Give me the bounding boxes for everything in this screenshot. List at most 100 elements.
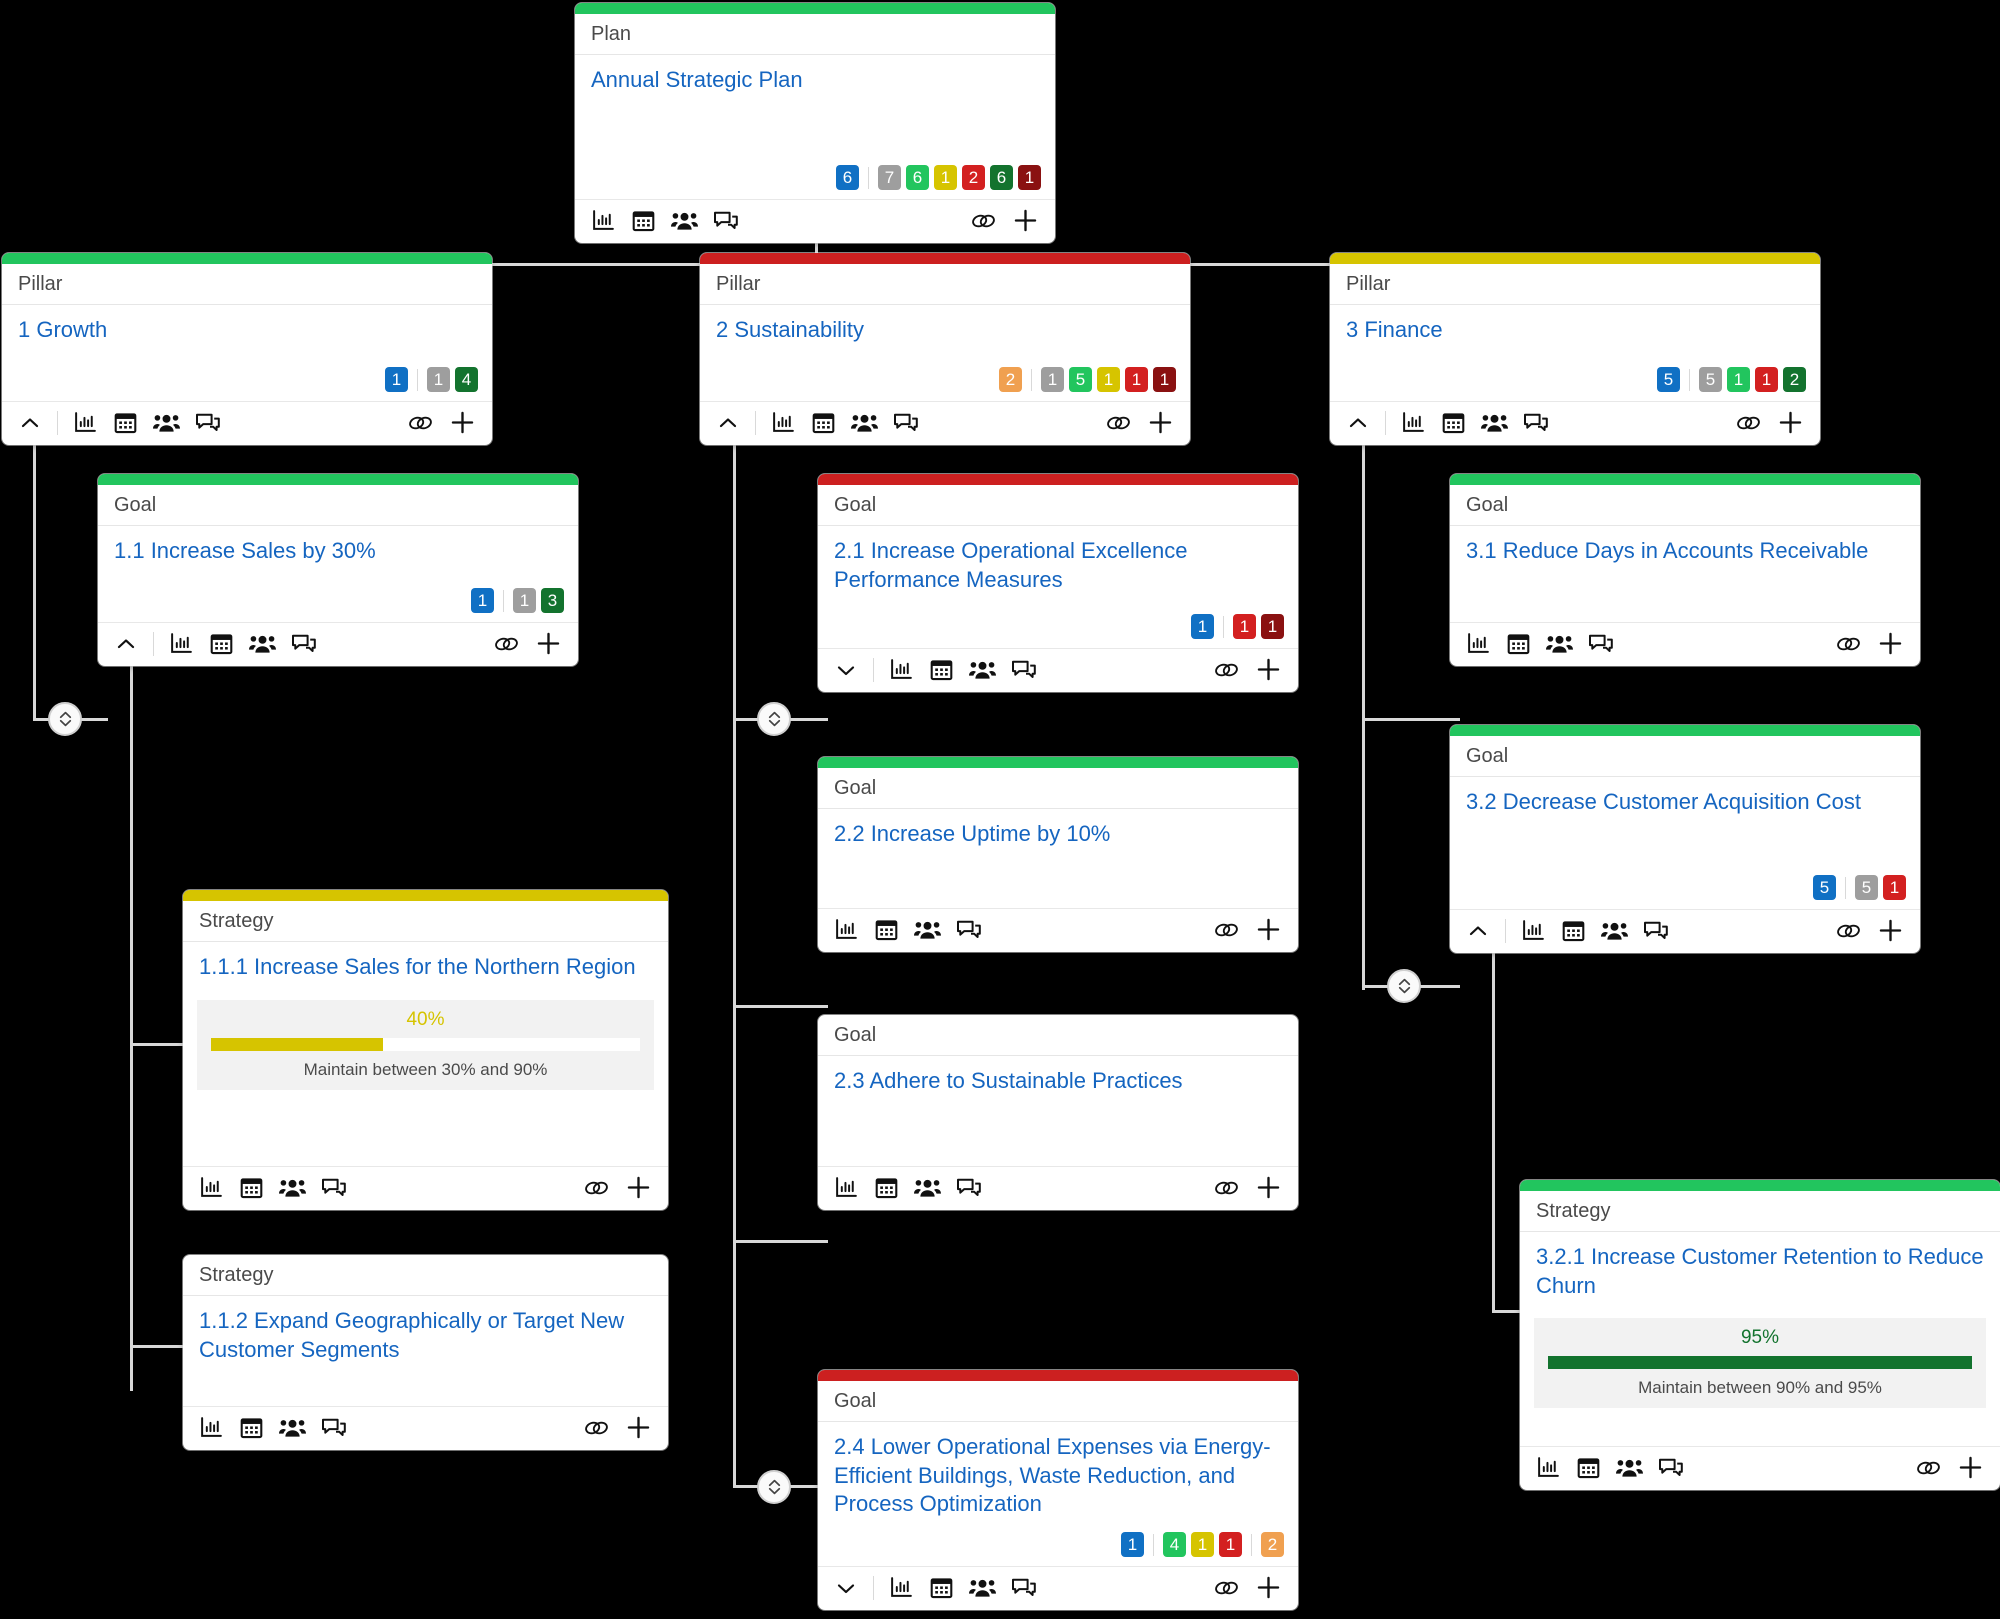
calendar-icon[interactable] xyxy=(929,657,954,682)
comment-icon[interactable] xyxy=(1588,631,1614,656)
chevron-down-icon[interactable] xyxy=(834,1576,858,1600)
comment-icon[interactable] xyxy=(893,410,919,435)
badge-count[interactable]: 5 xyxy=(1657,367,1680,392)
chart-icon[interactable] xyxy=(889,657,914,682)
link-icon[interactable] xyxy=(1835,632,1862,656)
chart-icon[interactable] xyxy=(834,1175,859,1200)
card-title-link[interactable]: 2.3 Adhere to Sustainable Practices xyxy=(818,1056,1298,1104)
expand-collapse-icon[interactable] xyxy=(757,702,791,736)
plus-icon[interactable] xyxy=(1877,917,1904,944)
people-icon[interactable] xyxy=(1546,631,1573,656)
chevron-down-icon[interactable] xyxy=(834,658,858,682)
calendar-icon[interactable] xyxy=(1506,631,1531,656)
card-title-link[interactable]: 2.4 Lower Operational Expenses via Energ… xyxy=(818,1422,1298,1527)
comment-icon[interactable] xyxy=(956,917,982,942)
badge-count[interactable]: 5 xyxy=(1855,875,1878,900)
link-icon[interactable] xyxy=(1835,919,1862,943)
chart-icon[interactable] xyxy=(1466,631,1491,656)
card-title-link[interactable]: 2 Sustainability xyxy=(700,305,1190,353)
badge-count[interactable]: 1 xyxy=(1153,367,1176,392)
link-icon[interactable] xyxy=(1105,411,1132,435)
chevron-up-icon[interactable] xyxy=(114,632,138,656)
comment-icon[interactable] xyxy=(1658,1455,1684,1480)
plus-icon[interactable] xyxy=(1877,630,1904,657)
chart-icon[interactable] xyxy=(1521,918,1546,943)
badge-count[interactable]: 2 xyxy=(962,165,985,190)
link-icon[interactable] xyxy=(1213,918,1240,942)
plus-icon[interactable] xyxy=(1255,1574,1282,1601)
comment-icon[interactable] xyxy=(713,208,739,233)
calendar-icon[interactable] xyxy=(1441,410,1466,435)
chart-icon[interactable] xyxy=(169,631,194,656)
calendar-icon[interactable] xyxy=(113,410,138,435)
chart-icon[interactable] xyxy=(1536,1455,1561,1480)
card-title-link[interactable]: 1.1 Increase Sales by 30% xyxy=(98,526,578,574)
card-title-link[interactable]: 2.1 Increase Operational Excellence Perf… xyxy=(818,526,1298,602)
calendar-icon[interactable] xyxy=(631,208,656,233)
calendar-icon[interactable] xyxy=(239,1415,264,1440)
card-goal11[interactable]: Goal 1.1 Increase Sales by 30% 1 1 3 xyxy=(98,474,578,666)
comment-icon[interactable] xyxy=(321,1415,347,1440)
chevron-up-icon[interactable] xyxy=(18,411,42,435)
comment-icon[interactable] xyxy=(956,1175,982,1200)
badge-count[interactable]: 1 xyxy=(427,367,450,392)
card-title-link[interactable]: 3 Finance xyxy=(1330,305,1820,353)
people-icon[interactable] xyxy=(153,410,180,435)
link-icon[interactable] xyxy=(583,1176,610,1200)
link-icon[interactable] xyxy=(1915,1456,1942,1480)
chart-icon[interactable] xyxy=(199,1175,224,1200)
card-strategy112[interactable]: Strategy 1.1.2 Expand Geographically or T… xyxy=(183,1255,668,1450)
people-icon[interactable] xyxy=(914,1175,941,1200)
people-icon[interactable] xyxy=(969,1575,996,1600)
card-title-link[interactable]: 1.1.1 Increase Sales for the Northern Re… xyxy=(183,942,668,990)
calendar-icon[interactable] xyxy=(209,631,234,656)
link-icon[interactable] xyxy=(1213,658,1240,682)
people-icon[interactable] xyxy=(671,208,698,233)
plus-icon[interactable] xyxy=(1255,1174,1282,1201)
badge-count[interactable]: 5 xyxy=(1813,875,1836,900)
plus-icon[interactable] xyxy=(1957,1454,1984,1481)
people-icon[interactable] xyxy=(851,410,878,435)
calendar-icon[interactable] xyxy=(874,1175,899,1200)
card-title-link[interactable]: 1.1.2 Expand Geographically or Target Ne… xyxy=(183,1296,668,1372)
people-icon[interactable] xyxy=(1616,1455,1643,1480)
chart-icon[interactable] xyxy=(834,917,859,942)
card-goal31[interactable]: Goal 3.1 Reduce Days in Accounts Receivab… xyxy=(1450,474,1920,666)
badge-count[interactable]: 1 xyxy=(1121,1532,1144,1557)
card-strategy111[interactable]: Strategy 1.1.1 Increase Sales for the Nor… xyxy=(183,890,668,1210)
comment-icon[interactable] xyxy=(321,1175,347,1200)
card-strategy321[interactable]: Strategy 3.2.1 Increase Customer Retentio… xyxy=(1520,1180,2000,1490)
link-icon[interactable] xyxy=(407,411,434,435)
comment-icon[interactable] xyxy=(1011,657,1037,682)
badge-count[interactable]: 3 xyxy=(541,588,564,613)
chevron-up-icon[interactable] xyxy=(716,411,740,435)
plus-icon[interactable] xyxy=(625,1174,652,1201)
chevron-up-icon[interactable] xyxy=(1346,411,1370,435)
plus-icon[interactable] xyxy=(535,630,562,657)
calendar-icon[interactable] xyxy=(811,410,836,435)
card-title-link[interactable]: 3.2.1 Increase Customer Retention to Red… xyxy=(1520,1232,2000,1308)
badge-count[interactable]: 2 xyxy=(999,367,1022,392)
chart-icon[interactable] xyxy=(591,208,616,233)
card-title-link[interactable]: 3.2 Decrease Customer Acquisition Cost xyxy=(1450,777,1920,825)
plus-icon[interactable] xyxy=(449,409,476,436)
badge-count[interactable]: 1 xyxy=(1191,1532,1214,1557)
card-goal21[interactable]: Goal 2.1 Increase Operational Excellence … xyxy=(818,474,1298,692)
badge-count[interactable]: 4 xyxy=(1163,1532,1186,1557)
card-title-link[interactable]: 2.2 Increase Uptime by 10% xyxy=(818,809,1298,857)
people-icon[interactable] xyxy=(279,1415,306,1440)
calendar-icon[interactable] xyxy=(929,1575,954,1600)
card-pillar1[interactable]: Pillar 1 Growth 1 1 4 xyxy=(2,253,492,445)
badge-count[interactable]: 1 xyxy=(1261,614,1284,639)
badge-count[interactable]: 1 xyxy=(1233,614,1256,639)
card-goal23[interactable]: Goal 2.3 Adhere to Sustainable Practices xyxy=(818,1015,1298,1210)
card-title-link[interactable]: 3.1 Reduce Days in Accounts Receivable xyxy=(1450,526,1920,574)
card-pillar2[interactable]: Pillar 2 Sustainability 2 1 5 1 1 1 xyxy=(700,253,1190,445)
card-title-link[interactable]: 1 Growth xyxy=(2,305,492,353)
comment-icon[interactable] xyxy=(1643,918,1669,943)
chart-icon[interactable] xyxy=(199,1415,224,1440)
plus-icon[interactable] xyxy=(1147,409,1174,436)
chart-icon[interactable] xyxy=(771,410,796,435)
link-icon[interactable] xyxy=(583,1416,610,1440)
chevron-up-icon[interactable] xyxy=(1466,919,1490,943)
